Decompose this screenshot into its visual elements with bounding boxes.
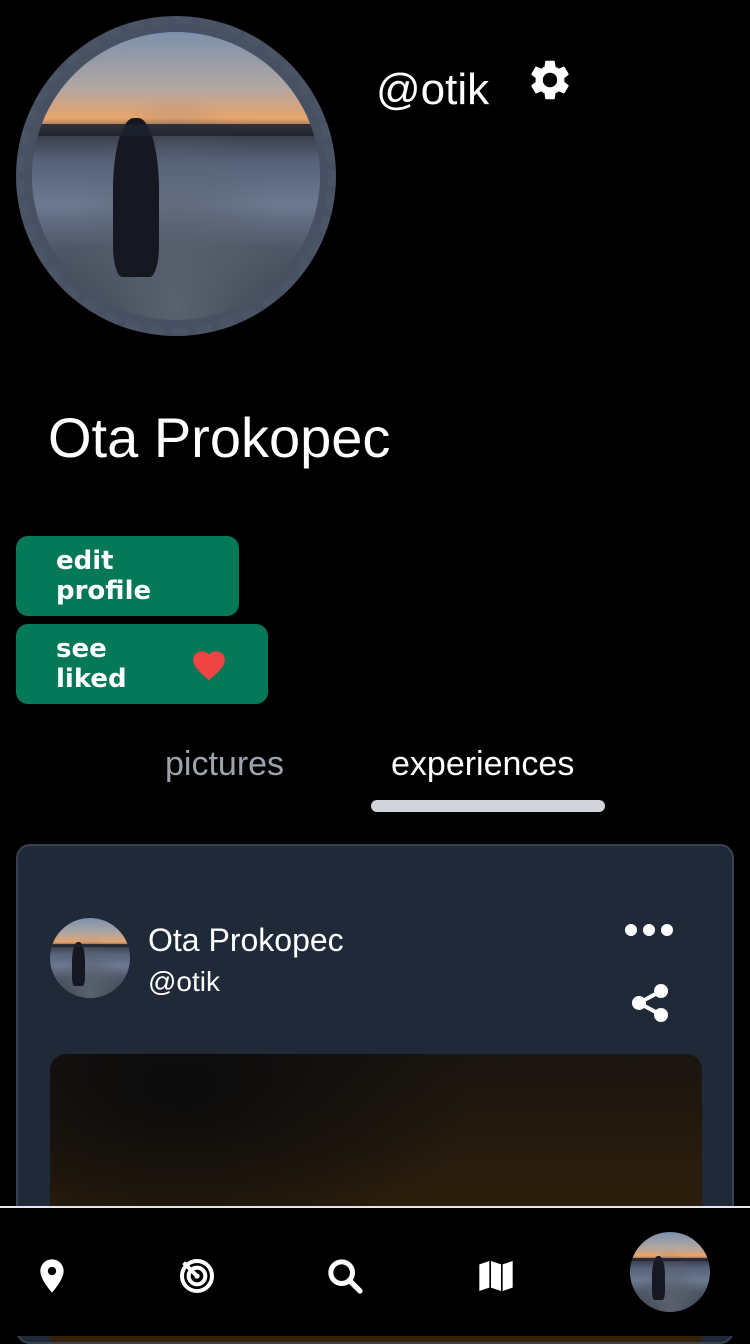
- tab-pictures[interactable]: pictures: [165, 742, 284, 786]
- active-tab-indicator: [371, 800, 605, 812]
- see-liked-button[interactable]: see liked: [16, 624, 268, 704]
- edit-profile-button[interactable]: edit profile: [16, 536, 239, 616]
- profile-avatar[interactable]: [630, 1232, 710, 1312]
- location-icon[interactable]: [32, 1256, 72, 1296]
- heart-icon: [193, 651, 225, 681]
- map-icon[interactable]: [476, 1256, 516, 1296]
- more-options-icon[interactable]: [624, 922, 674, 938]
- search-icon[interactable]: [325, 1256, 365, 1296]
- profile-full-name: Ota Prokopec: [48, 406, 391, 469]
- gear-icon[interactable]: [526, 56, 574, 104]
- profile-photo: [32, 32, 320, 320]
- post-author-avatar[interactable]: [50, 918, 130, 998]
- post-author-name[interactable]: Ota Prokopec: [148, 920, 344, 960]
- bottom-navigation: [0, 1206, 750, 1336]
- see-liked-label: see liked: [56, 634, 127, 694]
- radar-icon[interactable]: [177, 1256, 217, 1296]
- share-icon[interactable]: [630, 984, 670, 1022]
- profile-avatar-large[interactable]: [16, 16, 336, 336]
- tab-experiences[interactable]: experiences: [391, 742, 574, 786]
- edit-profile-label: edit profile: [56, 546, 152, 606]
- profile-username: @otik: [376, 65, 490, 114]
- post-author-handle[interactable]: @otik: [148, 964, 220, 1000]
